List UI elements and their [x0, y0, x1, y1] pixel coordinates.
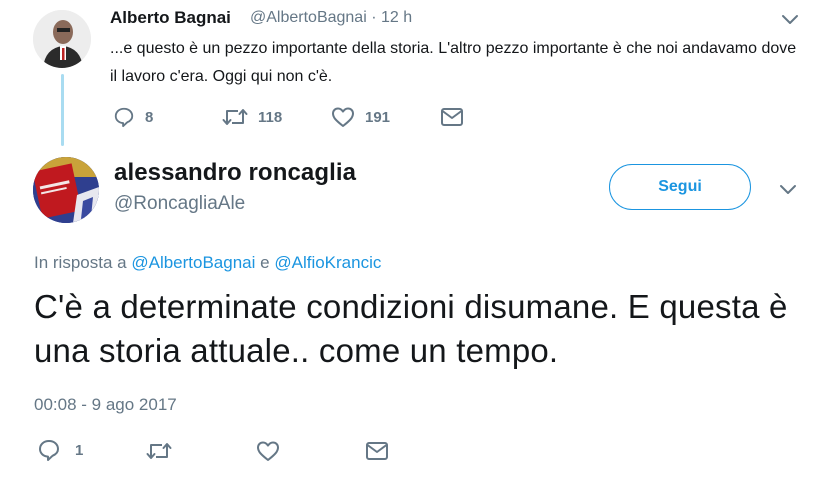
like-icon	[257, 441, 279, 461]
like-icon	[332, 107, 354, 127]
reply-context: In risposta a @AlbertoBagnai e @AlfioKra…	[34, 253, 381, 273]
reply-button[interactable]: 8	[113, 106, 153, 128]
author-handle-time[interactable]: @AlbertoBagnai · 12 h	[250, 9, 412, 27]
reply-to-user-link[interactable]: @AlbertoBagnai	[131, 253, 255, 272]
reply-icon	[114, 107, 134, 128]
retweet-icon	[146, 443, 172, 459]
like-button[interactable]	[256, 440, 280, 462]
chevron-down-icon[interactable]	[780, 12, 800, 28]
avatar[interactable]	[33, 157, 99, 223]
thread-connector-line	[61, 74, 64, 146]
tweet-text: C'è a determinate condizioni disumane. E…	[34, 288, 788, 369]
author-name[interactable]: alessandro roncaglia	[114, 159, 356, 187]
retweet-button[interactable]: 118	[222, 106, 282, 128]
retweet-icon	[222, 109, 248, 125]
tweet-timestamp[interactable]: 00:08 - 9 ago 2017	[34, 395, 177, 415]
reply-to-prefix: In risposta a	[34, 253, 127, 272]
like-button[interactable]: 191	[331, 106, 390, 128]
retweet-count: 118	[258, 108, 283, 126]
follow-button[interactable]: Segui	[609, 164, 751, 210]
reply-count: 8	[145, 108, 154, 126]
message-icon	[441, 108, 463, 126]
message-icon	[366, 442, 388, 460]
avatar[interactable]	[33, 10, 91, 68]
author-handle[interactable]: @RoncagliaAle	[114, 193, 245, 215]
reply-to-conjunction: e	[260, 253, 270, 272]
reply-button[interactable]: 1	[37, 438, 83, 462]
like-count: 191	[365, 108, 391, 126]
avatar-photo-icon	[33, 10, 91, 68]
direct-message-button[interactable]	[440, 107, 464, 127]
chevron-down-icon[interactable]	[778, 182, 798, 198]
reply-icon	[39, 440, 59, 461]
retweet-button[interactable]	[146, 440, 172, 462]
reply-to-user-link[interactable]: @AlfioKrancic	[274, 253, 381, 272]
direct-message-button[interactable]	[365, 441, 389, 461]
avatar-book-cover-icon	[33, 157, 99, 223]
tweet-text: ...e questo è un pezzo importante della …	[110, 40, 797, 85]
reply-count: 1	[75, 441, 84, 459]
author-name[interactable]: Alberto Bagnai	[110, 8, 231, 28]
